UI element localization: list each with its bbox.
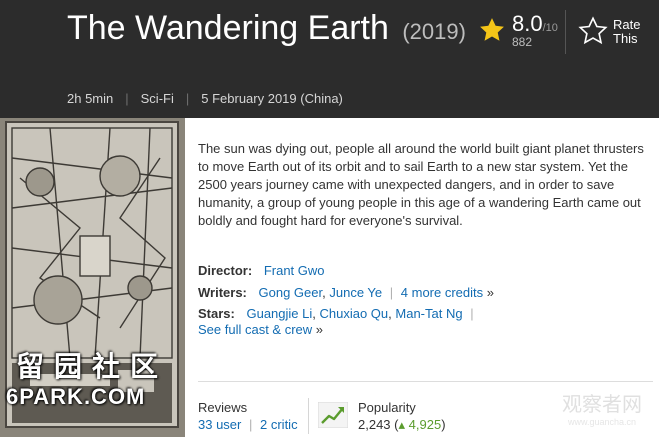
star-link[interactable]: Guangjie Li <box>246 306 312 321</box>
reviews-links: 33 user | 2 critic <box>198 417 298 432</box>
star-link[interactable]: Man-Tat Ng <box>395 306 462 321</box>
watermark-site: 6PARK.COM <box>6 384 146 409</box>
star-outline-icon <box>578 16 608 45</box>
rating-best: /10 <box>542 22 558 34</box>
rate-this-button[interactable]: Rate This <box>578 12 648 52</box>
separator: | <box>185 91 190 106</box>
title-bar: The Wandering Earth (2019) 2h 5min | Sci… <box>0 0 659 118</box>
title-subtext: 2h 5min | Sci-Fi | 5 February 2019 (Chin… <box>67 91 343 106</box>
separator: | <box>125 91 129 106</box>
separator: | <box>470 306 474 321</box>
up-arrow-icon: ▴ <box>398 417 406 432</box>
plot-summary: The sun was dying out, people all around… <box>198 141 644 228</box>
popularity-label: Popularity <box>358 400 416 415</box>
rate-this-label: Rate This <box>613 17 641 46</box>
popularity-delta-wrap: (▴ 4,925) <box>394 417 446 432</box>
reviews-block: Reviews 33 user | 2 critic <box>198 400 298 432</box>
full-cast-link[interactable]: See full cast & crew <box>198 322 312 337</box>
raquo-icon: » <box>486 285 495 300</box>
runtime: 2h 5min <box>67 91 114 106</box>
credit-stars: Stars: Guangjie Li, Chuxiao Qu, Man-Tat … <box>198 306 478 321</box>
star-link[interactable]: Chuxiao Qu <box>320 306 389 321</box>
imdb-rating: 8.0/10 882 <box>476 10 566 54</box>
director-link[interactable]: Frant Gwo <box>264 263 325 278</box>
watermark-corner: 观察者网 www.guancha.cn <box>548 388 656 427</box>
trend-up-icon <box>318 402 348 428</box>
credit-writers: Writers: Gong Geer, Junce Ye | 4 more cr… <box>198 285 494 300</box>
star-icon <box>480 18 504 41</box>
movie-year[interactable]: (2019) <box>402 19 466 44</box>
page-title: The Wandering Earth (2019) <box>67 8 487 52</box>
popularity-delta: 4,925 <box>408 417 442 432</box>
divider <box>198 381 653 382</box>
writer-link[interactable]: Gong Geer <box>259 285 323 300</box>
rating-count[interactable]: 882 <box>512 35 532 49</box>
watermark-corner-url: www.guancha.cn <box>567 417 637 427</box>
watermark-text: 留园社区 <box>16 351 169 382</box>
popularity-block: Popularity 2,243 (▴ 4,925) <box>358 400 446 433</box>
movie-title: The Wandering Earth <box>67 9 389 47</box>
divider <box>308 398 309 434</box>
separator: | <box>389 285 394 300</box>
more-credits-link[interactable]: 4 more credits <box>401 285 483 300</box>
popularity-values: 2,243 (▴ 4,925) <box>358 417 446 433</box>
critic-reviews-link[interactable]: 2 critic <box>260 417 298 432</box>
stars-label: Stars: <box>198 306 235 321</box>
raquo-icon: » <box>315 322 324 337</box>
release-date-link[interactable]: 5 February 2019 (China) <box>201 91 343 106</box>
director-label: Director: <box>198 263 253 278</box>
full-cast-row: See full cast & crew » <box>198 322 323 337</box>
rating-value: 8.0 <box>512 11 543 36</box>
rating-value-wrap: 8.0/10 <box>512 11 558 37</box>
separator: | <box>249 417 253 432</box>
watermark-corner-text: 观察者网 <box>562 394 642 416</box>
writer-link[interactable]: Junce Ye <box>329 285 382 300</box>
reviews-label: Reviews <box>198 400 248 415</box>
user-reviews-link[interactable]: 33 user <box>198 417 241 432</box>
writers-label: Writers: <box>198 285 247 300</box>
comma: , <box>312 306 320 321</box>
credit-director: Director: Frant Gwo <box>198 263 325 278</box>
genre-link[interactable]: Sci-Fi <box>141 91 174 106</box>
popularity-rank: 2,243 <box>358 417 391 432</box>
